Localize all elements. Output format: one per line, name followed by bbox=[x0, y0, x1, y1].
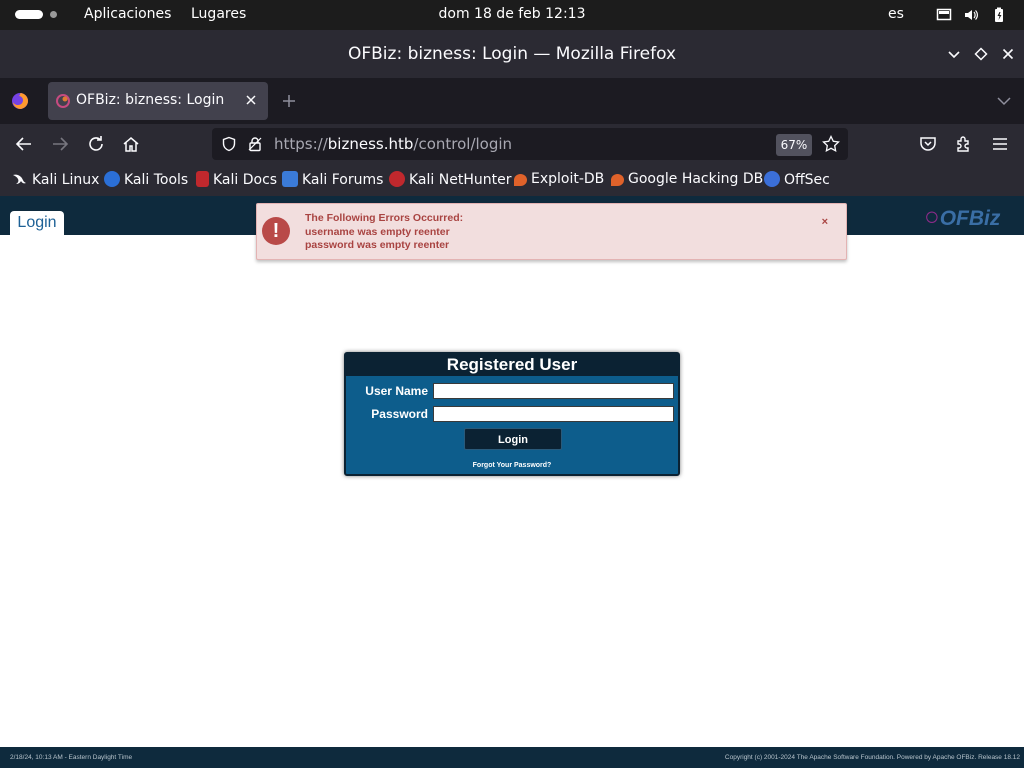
tab-strip: OFBiz: bizness: Login bbox=[0, 78, 1024, 124]
close-tab-icon[interactable] bbox=[244, 93, 258, 107]
ofbiz-logo[interactable]: ○OFBiz bbox=[924, 201, 1000, 232]
login-panel-title: Registered User bbox=[346, 354, 678, 376]
bookmark-kali-tools[interactable]: Kali Tools bbox=[104, 171, 188, 188]
close-window-icon[interactable] bbox=[1000, 46, 1016, 62]
web-page: Login ○OFBiz ! The Following Errors Occu… bbox=[0, 196, 1024, 768]
login-button[interactable]: Login bbox=[464, 428, 562, 450]
new-tab-icon[interactable] bbox=[282, 94, 296, 108]
pocket-icon[interactable] bbox=[918, 134, 938, 154]
app-menu-icon[interactable] bbox=[990, 134, 1010, 154]
clock[interactable]: dom 18 de feb 12:13 bbox=[0, 6, 1024, 22]
error-line: username was empty reenter bbox=[305, 225, 450, 238]
password-label: Password bbox=[371, 407, 428, 421]
extensions-icon[interactable] bbox=[954, 134, 974, 154]
ofbiz-favicon-icon bbox=[56, 94, 70, 108]
forward-icon[interactable] bbox=[50, 134, 70, 154]
forgot-password-link[interactable]: Forgot Your Password? bbox=[346, 462, 678, 469]
volume-icon[interactable] bbox=[963, 7, 979, 23]
error-exclamation-icon: ! bbox=[262, 217, 290, 245]
bookmark-kali-forums[interactable]: Kali Forums bbox=[282, 171, 383, 188]
error-line: password was empty reenter bbox=[305, 239, 450, 251]
error-message-box: ! The Following Errors Occurred: usernam… bbox=[256, 203, 847, 260]
zoom-level[interactable]: 67% bbox=[776, 134, 812, 156]
bookmark-offsec[interactable]: OffSec bbox=[764, 171, 830, 188]
battery-icon[interactable] bbox=[991, 7, 1007, 23]
kali-tools-icon bbox=[104, 171, 120, 187]
navigation-toolbar: https://bizness.htb/control/login 67% bbox=[0, 124, 1024, 164]
ghdb-icon bbox=[611, 174, 624, 186]
bookmark-kali-docs[interactable]: Kali Docs bbox=[196, 171, 277, 188]
close-error-icon[interactable]: × bbox=[822, 216, 828, 228]
home-icon[interactable] bbox=[121, 134, 141, 154]
bookmark-kali-nethunter[interactable]: Kali NetHunter bbox=[389, 171, 511, 188]
username-label: User Name bbox=[365, 384, 428, 398]
login-tab[interactable]: Login bbox=[10, 211, 64, 235]
window-title: OFBiz: bizness: Login — Mozilla Firefox bbox=[347, 44, 677, 64]
login-panel: Registered User User Name Password Login… bbox=[344, 352, 680, 476]
reload-icon[interactable] bbox=[86, 134, 106, 154]
screen-icon[interactable] bbox=[936, 7, 952, 23]
site-security-lock-icon[interactable] bbox=[247, 136, 263, 152]
exploit-db-icon bbox=[514, 174, 527, 186]
footer-copyright: Copyright (c) 2001-2024 The Apache Softw… bbox=[724, 754, 1020, 761]
list-all-tabs-icon[interactable] bbox=[996, 95, 1012, 107]
url-text[interactable]: https://bizness.htb/control/login bbox=[274, 135, 512, 153]
back-icon[interactable] bbox=[14, 134, 34, 154]
page-footer: 2/18/24, 10:13 AM - Eastern Daylight Tim… bbox=[0, 747, 1024, 768]
window-title-bar: OFBiz: bizness: Login — Mozilla Firefox bbox=[0, 30, 1024, 78]
bookmark-exploit-db[interactable]: Exploit-DB bbox=[514, 171, 604, 187]
bookmark-star-icon[interactable] bbox=[822, 135, 840, 153]
system-top-bar: Aplicaciones Lugares dom 18 de feb 12:13… bbox=[0, 0, 1024, 30]
kali-dragon-icon bbox=[13, 174, 26, 184]
username-input[interactable] bbox=[433, 383, 674, 399]
bookmark-google-hacking-db[interactable]: Google Hacking DB bbox=[611, 171, 763, 187]
offsec-icon bbox=[764, 171, 780, 187]
error-heading: The Following Errors Occurred: bbox=[305, 212, 464, 224]
url-bar[interactable]: https://bizness.htb/control/login 67% bbox=[212, 128, 848, 160]
minimize-icon[interactable] bbox=[946, 46, 962, 62]
tab-ofbiz-login[interactable]: OFBiz: bizness: Login bbox=[48, 82, 268, 120]
keyboard-language[interactable]: es bbox=[888, 6, 904, 22]
bookmarks-toolbar: Kali Linux Kali Tools Kali Docs Kali For… bbox=[0, 164, 1024, 196]
tracking-protection-shield-icon[interactable] bbox=[221, 136, 237, 152]
kali-docs-icon bbox=[196, 171, 209, 187]
password-input[interactable] bbox=[433, 406, 674, 422]
kali-nethunter-icon bbox=[389, 171, 405, 187]
footer-timestamp: 2/18/24, 10:13 AM - Eastern Daylight Tim… bbox=[10, 754, 133, 761]
firefox-view-icon[interactable] bbox=[11, 92, 29, 110]
bookmark-kali-linux[interactable]: Kali Linux bbox=[12, 171, 99, 188]
tab-title: OFBiz: bizness: Login bbox=[76, 92, 225, 108]
maximize-icon[interactable] bbox=[973, 46, 989, 62]
kali-forums-icon bbox=[282, 171, 298, 187]
